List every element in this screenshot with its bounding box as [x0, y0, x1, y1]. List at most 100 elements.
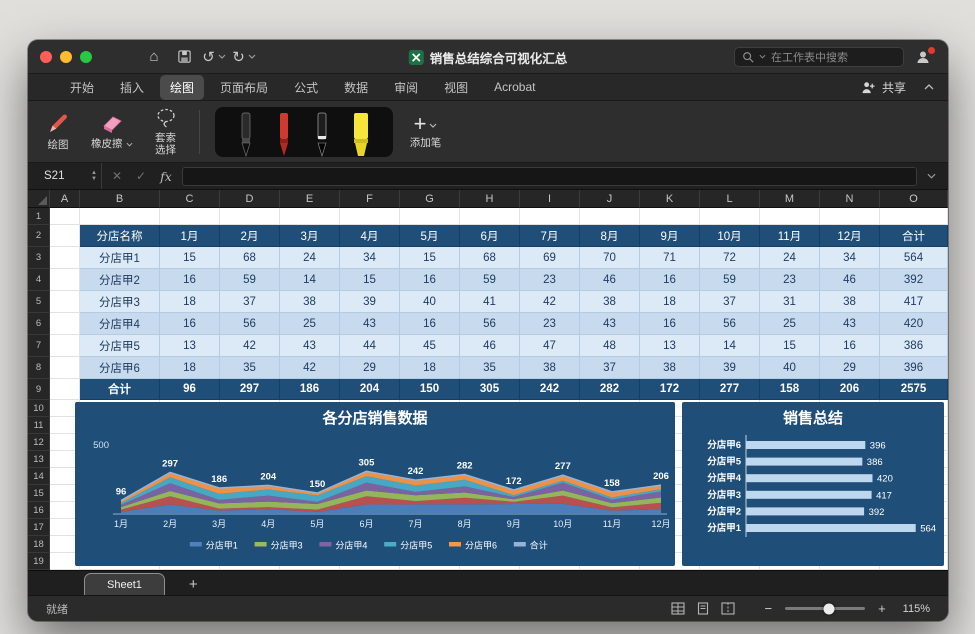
- table-cell[interactable]: 39: [700, 357, 760, 379]
- table-cell[interactable]: 25: [760, 313, 820, 335]
- table-cell[interactable]: 392: [880, 269, 948, 291]
- table-cell[interactable]: 分店甲1: [80, 247, 160, 269]
- grid-cell[interactable]: [760, 208, 820, 225]
- grid-cell[interactable]: [400, 208, 460, 225]
- table-cell[interactable]: 38: [280, 291, 340, 313]
- share-button[interactable]: 共享: [861, 79, 906, 96]
- row-header-5[interactable]: 5: [28, 291, 50, 313]
- grid-cell[interactable]: [340, 208, 400, 225]
- row-header-7[interactable]: 7: [28, 335, 50, 357]
- table-cell[interactable]: 172: [640, 379, 700, 400]
- table-cell[interactable]: 158: [760, 379, 820, 400]
- grid-cell[interactable]: [700, 208, 760, 225]
- table-cell[interactable]: 分店甲5: [80, 335, 160, 357]
- table-cell[interactable]: 46: [460, 335, 520, 357]
- table-cell[interactable]: 59: [700, 269, 760, 291]
- grid-cell[interactable]: [880, 208, 948, 225]
- row-header-2[interactable]: 2: [28, 225, 50, 247]
- table-cell[interactable]: 39: [340, 291, 400, 313]
- grid-cell[interactable]: [280, 208, 340, 225]
- table-cell[interactable]: 16: [400, 269, 460, 291]
- column-header-C[interactable]: C: [160, 190, 220, 208]
- grid-cell[interactable]: [50, 357, 80, 379]
- table-cell[interactable]: 6月: [460, 225, 520, 247]
- column-header-O[interactable]: O: [880, 190, 948, 208]
- redo-button[interactable]: ↻: [232, 46, 256, 68]
- table-cell[interactable]: 297: [220, 379, 280, 400]
- table-cell[interactable]: 13: [160, 335, 220, 357]
- row-header-14[interactable]: 14: [28, 468, 50, 485]
- ribbon-tab-插入[interactable]: 插入: [110, 75, 154, 100]
- column-header-M[interactable]: M: [760, 190, 820, 208]
- table-cell[interactable]: 150: [400, 379, 460, 400]
- column-header-N[interactable]: N: [820, 190, 880, 208]
- table-cell[interactable]: 96: [160, 379, 220, 400]
- table-cell[interactable]: 417: [880, 291, 948, 313]
- bar-chart[interactable]: 销售总结分店甲6396分店甲5386分店甲4420分店甲3417分店甲2392分…: [682, 402, 944, 566]
- table-cell[interactable]: 305: [460, 379, 520, 400]
- table-cell[interactable]: 分店甲4: [80, 313, 160, 335]
- zoom-out-button[interactable]: −: [764, 601, 772, 616]
- zoom-in-button[interactable]: +: [878, 601, 886, 616]
- cancel-icon[interactable]: ✕: [108, 169, 126, 183]
- grid-cell[interactable]: [50, 225, 80, 247]
- table-cell[interactable]: 40: [760, 357, 820, 379]
- zoom-slider-handle[interactable]: [824, 603, 835, 614]
- row-header-1[interactable]: 1: [28, 208, 50, 225]
- table-cell[interactable]: 59: [220, 269, 280, 291]
- ribbon-tab-页面布局[interactable]: 页面布局: [210, 75, 278, 100]
- column-header-L[interactable]: L: [700, 190, 760, 208]
- table-cell[interactable]: 14: [280, 269, 340, 291]
- table-cell[interactable]: 46: [580, 269, 640, 291]
- table-cell[interactable]: 合计: [880, 225, 948, 247]
- table-cell[interactable]: 13: [640, 335, 700, 357]
- ribbon-tab-视图[interactable]: 视图: [434, 75, 478, 100]
- page-break-view-icon[interactable]: [721, 602, 735, 615]
- table-cell[interactable]: 242: [520, 379, 580, 400]
- table-cell[interactable]: 43: [280, 335, 340, 357]
- column-header-A[interactable]: A: [50, 190, 80, 208]
- table-cell[interactable]: 71: [640, 247, 700, 269]
- table-cell[interactable]: 18: [640, 291, 700, 313]
- black-pen[interactable]: [235, 111, 257, 157]
- undo-button[interactable]: ↺: [202, 46, 226, 68]
- table-cell[interactable]: 16: [160, 269, 220, 291]
- column-header-D[interactable]: D: [220, 190, 280, 208]
- column-header-I[interactable]: I: [520, 190, 580, 208]
- table-cell[interactable]: 10月: [700, 225, 760, 247]
- grid-cell[interactable]: [220, 208, 280, 225]
- ribbon-tab-公式[interactable]: 公式: [284, 75, 328, 100]
- add-sheet-button[interactable]: +: [183, 573, 204, 595]
- table-cell[interactable]: 186: [280, 379, 340, 400]
- close-window-button[interactable]: [40, 51, 52, 63]
- draw-tool-button[interactable]: 绘图: [40, 112, 76, 152]
- confirm-icon[interactable]: ✓: [132, 169, 150, 183]
- table-cell[interactable]: 68: [220, 247, 280, 269]
- table-cell[interactable]: 42: [280, 357, 340, 379]
- ribbon-tab-开始[interactable]: 开始: [60, 75, 104, 100]
- table-cell[interactable]: 29: [340, 357, 400, 379]
- table-cell[interactable]: 44: [340, 335, 400, 357]
- zoom-level[interactable]: 115%: [903, 603, 930, 615]
- table-cell[interactable]: 43: [820, 313, 880, 335]
- table-cell[interactable]: 分店甲3: [80, 291, 160, 313]
- table-cell[interactable]: 38: [520, 357, 580, 379]
- ribbon-tab-绘图[interactable]: 绘图: [160, 75, 204, 100]
- insert-function-button[interactable]: fx: [156, 169, 176, 184]
- column-header-F[interactable]: F: [340, 190, 400, 208]
- row-header-6[interactable]: 6: [28, 313, 50, 335]
- row-header-19[interactable]: 19: [28, 553, 50, 570]
- account-icon[interactable]: [910, 46, 936, 68]
- row-header-17[interactable]: 17: [28, 519, 50, 536]
- collapse-ribbon-button[interactable]: [924, 84, 934, 90]
- table-cell[interactable]: 23: [760, 269, 820, 291]
- grid-cell[interactable]: [50, 208, 80, 225]
- grid-cell[interactable]: [80, 208, 160, 225]
- table-cell[interactable]: 38: [580, 291, 640, 313]
- table-cell[interactable]: 47: [520, 335, 580, 357]
- row-header-15[interactable]: 15: [28, 485, 50, 502]
- table-cell[interactable]: 16: [820, 335, 880, 357]
- eraser-tool-button[interactable]: 橡皮擦: [91, 113, 133, 151]
- table-cell[interactable]: 206: [820, 379, 880, 400]
- table-cell[interactable]: 34: [340, 247, 400, 269]
